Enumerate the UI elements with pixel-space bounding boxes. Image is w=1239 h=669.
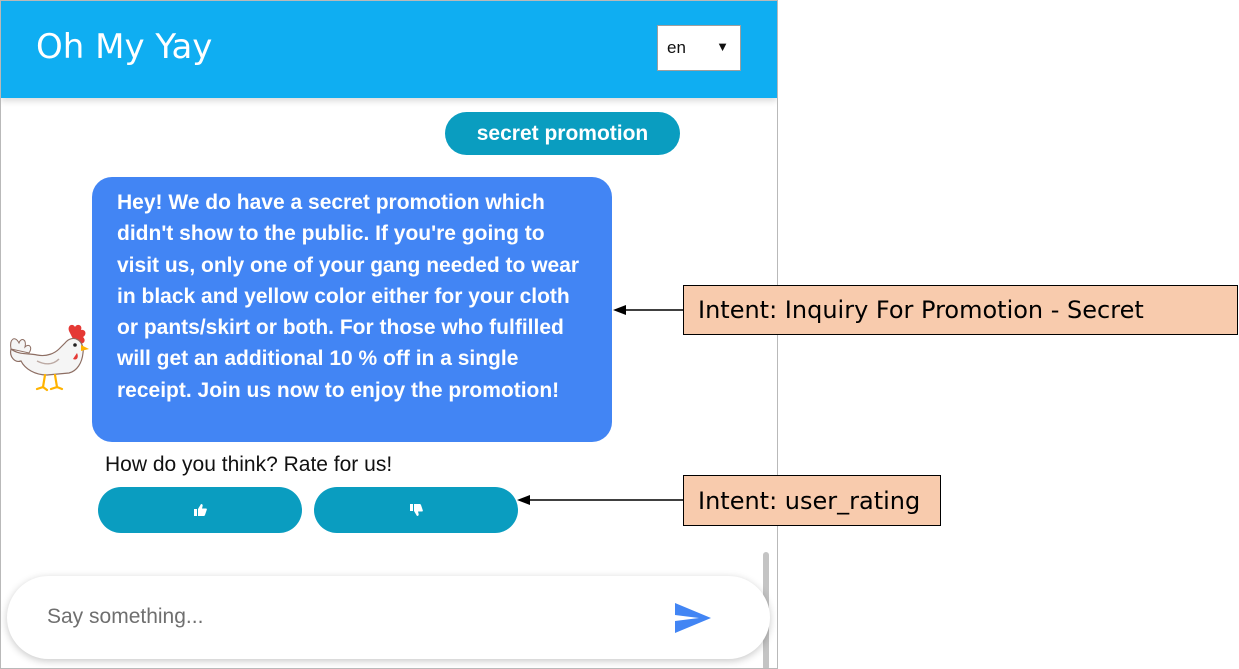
rooster-icon	[10, 324, 89, 392]
chat-window: Oh My Yay en ▼ secret promotion Hey! We …	[0, 0, 778, 669]
bot-message-bubble: Hey! We do have a secret promotion which…	[92, 177, 612, 442]
language-select[interactable]: en ▼	[657, 25, 741, 71]
rating-prompt: How do you think? Rate for us!	[105, 453, 393, 476]
thumbs-up-button[interactable]	[98, 487, 302, 533]
intent-annotation-promotion: Intent: Inquiry For Promotion - Secret	[683, 285, 1238, 335]
thumbs-down-button[interactable]	[314, 487, 518, 533]
thumbs-up-icon	[194, 504, 207, 516]
dropdown-arrow-icon: ▼	[716, 39, 729, 54]
thumbs-down-icon	[410, 504, 423, 516]
user-message-bubble: secret promotion	[445, 112, 680, 155]
language-value: en	[667, 38, 686, 57]
intent-annotation-rating: Intent: user_rating	[683, 475, 941, 526]
app-title: Oh My Yay	[36, 27, 213, 67]
message-input[interactable]	[47, 601, 647, 633]
app-header: Oh My Yay en ▼	[1, 1, 777, 98]
send-icon[interactable]	[673, 601, 713, 635]
message-input-bar	[7, 576, 770, 659]
